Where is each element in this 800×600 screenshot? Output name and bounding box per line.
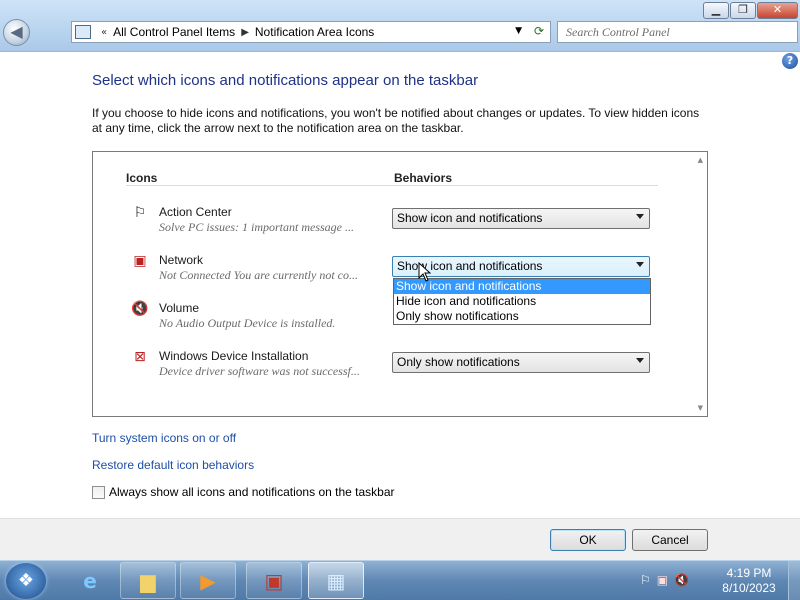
dropdown-option-hide[interactable]: Hide icon and notifications: [394, 294, 650, 309]
help-icon[interactable]: ?: [782, 53, 798, 69]
minimize-button[interactable]: ▁: [703, 2, 729, 19]
page-title: Select which icons and notifications app…: [92, 72, 479, 89]
taskbar-explorer[interactable]: ▆: [120, 562, 176, 599]
title-bar: ▁ ❐ ✕ ◀ « All Control Panel Items ▶ Noti…: [0, 0, 800, 52]
row-name-action-center: Action Center: [159, 205, 232, 219]
breadcrumb-overflow-icon[interactable]: «: [101, 27, 107, 38]
system-clock[interactable]: 4:19 PM 8/10/2023: [716, 566, 782, 596]
folder-icon: ▆: [140, 569, 156, 593]
breadcrumb-separator-icon[interactable]: ▶: [241, 27, 249, 38]
close-button[interactable]: ✕: [757, 2, 798, 19]
dropdown-option-show[interactable]: Show icon and notifications: [394, 279, 650, 294]
toolbox-icon: ▣: [264, 569, 284, 593]
behavior-value-device-installation: Only show notifications: [397, 355, 520, 369]
mouse-cursor-icon: [418, 262, 432, 282]
row-name-device-installation: Windows Device Installation: [159, 349, 309, 363]
media-player-icon: ▶: [200, 569, 216, 593]
network-tray-icon[interactable]: ▣: [657, 573, 668, 587]
network-icon: ▣: [133, 253, 147, 269]
always-show-row: Always show all icons and notifications …: [92, 485, 395, 499]
header-divider: [126, 185, 658, 186]
taskbar-control-panel[interactable]: ▦: [308, 562, 364, 599]
turn-system-icons-link[interactable]: Turn system icons on or off: [92, 431, 236, 445]
maximize-button[interactable]: ❐: [730, 2, 756, 19]
address-bar[interactable]: « All Control Panel Items ▶ Notification…: [71, 21, 551, 43]
minimize-icon: ▁: [711, 3, 721, 16]
volume-icon: 🔇: [131, 301, 149, 317]
windows-logo-icon: ❖: [17, 570, 35, 591]
taskbar-toolbox[interactable]: ▣: [246, 562, 302, 599]
cancel-button[interactable]: Cancel: [632, 529, 708, 551]
chevron-down-icon: [636, 358, 644, 363]
page-description: If you choose to hide icons and notifica…: [92, 106, 700, 135]
row-subtitle-volume: No Audio Output Device is installed.: [159, 316, 336, 330]
scroll-down-icon[interactable]: ▼: [698, 404, 703, 412]
control-panel-icon: ▦: [326, 569, 346, 593]
dropdown-option-only-notifications[interactable]: Only show notifications: [394, 309, 650, 324]
row-name-volume: Volume: [159, 301, 200, 315]
control-panel-icon: [75, 25, 91, 39]
behavior-select-device-installation[interactable]: Only show notifications: [392, 352, 650, 373]
back-arrow-icon: ◀: [10, 22, 23, 41]
maximize-icon: ❐: [738, 3, 748, 16]
behavior-select-action-center[interactable]: Show icon and notifications: [392, 208, 650, 229]
behavior-value-action-center: Show icon and notifications: [397, 211, 543, 225]
action-center-tray-icon[interactable]: ⚐: [640, 573, 651, 587]
behaviors-column-header: Behaviors: [394, 171, 453, 185]
search-input[interactable]: Search Control Panel: [557, 21, 798, 43]
dialog-footer: OK Cancel: [0, 518, 800, 560]
breadcrumb-all-items[interactable]: All Control Panel Items: [113, 25, 235, 39]
chevron-down-icon: [636, 214, 644, 219]
start-button[interactable]: ❖: [6, 563, 46, 599]
taskbar-media-player[interactable]: ▶: [180, 562, 236, 599]
address-dropdown-icon[interactable]: ▼: [515, 26, 522, 36]
restore-default-link[interactable]: Restore default icon behaviors: [92, 458, 254, 472]
volume-tray-icon[interactable]: 🔇: [674, 573, 689, 587]
notification-area: ⚐ ▣ 🔇: [640, 573, 689, 587]
chevron-down-icon: [636, 262, 644, 267]
internet-explorer-icon: e: [83, 569, 97, 593]
row-subtitle-device-installation: Device driver software was not successf.…: [159, 364, 360, 378]
taskbar: ❖ e ▆ ▶ ▣ ▦ ⚐ ▣ 🔇 4:19 PM 8/10/2023: [0, 560, 800, 600]
show-desktop-button[interactable]: [788, 561, 800, 600]
close-icon: ✕: [772, 3, 783, 16]
row-name-network: Network: [159, 253, 204, 267]
row-subtitle-network: Not Connected You are currently not co..…: [159, 268, 358, 282]
behavior-dropdown-list: Show icon and notifications Hide icon an…: [393, 278, 651, 325]
breadcrumb-notification-icons[interactable]: Notification Area Icons: [255, 25, 374, 39]
device-install-icon: ⊠: [134, 349, 146, 365]
icons-column-header: Icons: [126, 171, 158, 185]
always-show-checkbox[interactable]: [92, 485, 105, 499]
refresh-icon[interactable]: ⟳: [534, 24, 544, 38]
scroll-up-icon[interactable]: ▲: [698, 156, 703, 164]
always-show-label: Always show all icons and notifications …: [109, 485, 395, 499]
back-button[interactable]: ◀: [3, 19, 30, 46]
clock-date: 8/10/2023: [722, 581, 776, 595]
clock-time: 4:19 PM: [726, 566, 772, 580]
taskbar-internet-explorer[interactable]: e: [62, 562, 118, 599]
row-subtitle-action-center: Solve PC issues: 1 important message ...: [159, 220, 354, 234]
flag-icon: ⚐: [133, 205, 147, 221]
ok-button[interactable]: OK: [550, 529, 626, 551]
window-controls: ▁ ❐ ✕: [703, 2, 798, 19]
